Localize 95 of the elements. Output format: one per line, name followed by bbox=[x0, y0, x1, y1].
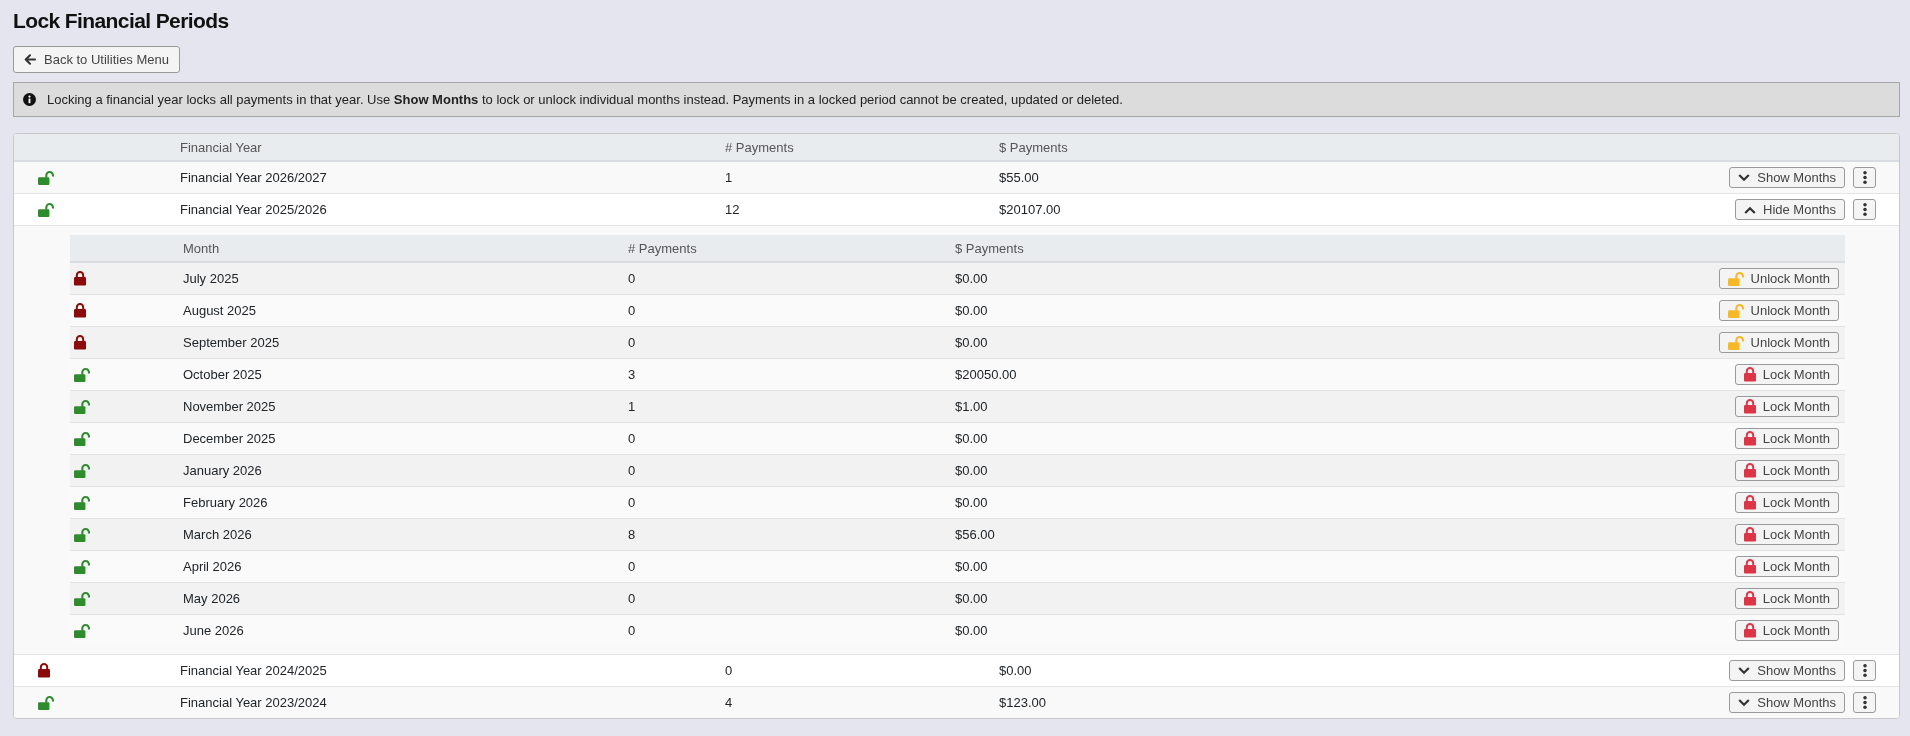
locked-padlock-icon bbox=[1743, 463, 1756, 478]
column-header: # Payments bbox=[628, 240, 697, 256]
payment-total: $0.00 bbox=[955, 271, 988, 286]
unlocked-padlock-icon bbox=[1727, 335, 1744, 350]
page-title: Lock Financial Periods bbox=[13, 8, 229, 34]
lock-month-button[interactable]: Lock Month bbox=[1734, 428, 1839, 449]
lock-month-button[interactable]: Lock Month bbox=[1734, 620, 1839, 641]
lock-month-button[interactable]: Lock Month bbox=[1734, 460, 1839, 481]
payment-count: 3 bbox=[628, 367, 636, 382]
info-text: Locking a financial year locks all payments in that year. Use Show Months to lock or unlock individual months instead. Payments in a locked period cannot be created, updated or deleted. bbox=[47, 92, 1123, 107]
month-name: September 2025 bbox=[183, 335, 280, 350]
more-vertical-icon bbox=[1862, 696, 1867, 709]
lock-month-button[interactable]: Lock Month bbox=[1734, 556, 1839, 577]
month-name: February 2026 bbox=[183, 495, 268, 510]
toggle-months-button[interactable]: Show Months bbox=[1729, 692, 1845, 713]
payment-count: 0 bbox=[628, 495, 636, 510]
payment-total: $0.00 bbox=[955, 495, 988, 510]
locked-padlock-icon bbox=[1743, 591, 1756, 606]
back-button[interactable]: Back to Utilities Menu bbox=[13, 46, 180, 73]
payment-total: $0.00 bbox=[955, 559, 988, 574]
column-header: Financial Year bbox=[180, 139, 262, 155]
month-name: December 2025 bbox=[183, 431, 276, 446]
unlock-month-button[interactable]: Unlock Month bbox=[1718, 300, 1839, 321]
payment-total: $0.00 bbox=[955, 431, 988, 446]
lock-month-button[interactable]: Lock Month bbox=[1734, 524, 1839, 545]
payment-count: 0 bbox=[628, 463, 636, 478]
more-options-button[interactable] bbox=[1853, 167, 1876, 188]
payment-total: $1.00 bbox=[955, 399, 988, 414]
unlock-month-button[interactable]: Unlock Month bbox=[1718, 268, 1839, 289]
more-options-button[interactable] bbox=[1853, 660, 1876, 681]
month-name: October 2025 bbox=[183, 367, 262, 382]
unlocked-padlock-icon bbox=[1727, 271, 1744, 286]
payment-count: 1 bbox=[628, 399, 636, 414]
arrow-left-icon bbox=[24, 54, 36, 65]
year-name: Financial Year 2026/2027 bbox=[180, 170, 327, 185]
month-name: May 2026 bbox=[183, 591, 241, 606]
payment-total: $0.00 bbox=[955, 623, 988, 638]
payment-total: $20107.00 bbox=[999, 202, 1061, 217]
more-options-button[interactable] bbox=[1853, 199, 1876, 220]
locked-padlock-icon bbox=[1743, 495, 1756, 510]
payment-count: 0 bbox=[628, 559, 636, 574]
month-name: March 2026 bbox=[183, 527, 252, 542]
payment-count: 1 bbox=[725, 170, 733, 185]
month-name: January 2026 bbox=[183, 463, 262, 478]
payment-total: $0.00 bbox=[955, 463, 988, 478]
payment-count: 0 bbox=[628, 303, 636, 318]
lock-month-button[interactable]: Lock Month bbox=[1734, 588, 1839, 609]
payment-count: 4 bbox=[725, 695, 733, 710]
locked-padlock-icon bbox=[1743, 431, 1756, 446]
payment-count: 0 bbox=[628, 335, 636, 350]
info-icon bbox=[23, 93, 36, 106]
column-header: $ Payments bbox=[955, 240, 1024, 256]
more-vertical-icon bbox=[1862, 664, 1867, 677]
month-name: November 2025 bbox=[183, 399, 276, 414]
locked-padlock-icon bbox=[1743, 399, 1756, 414]
unlock-month-button[interactable]: Unlock Month bbox=[1718, 332, 1839, 353]
column-header: Month bbox=[183, 240, 220, 256]
toggle-months-button[interactable]: Show Months bbox=[1729, 167, 1845, 188]
year-name: Financial Year 2024/2025 bbox=[180, 663, 327, 678]
toggle-months-button[interactable]: Hide Months bbox=[1735, 199, 1845, 220]
more-vertical-icon bbox=[1862, 203, 1867, 216]
payment-total: $20050.00 bbox=[955, 367, 1017, 382]
payment-total: $56.00 bbox=[955, 527, 995, 542]
payment-total: $0.00 bbox=[955, 303, 988, 318]
unlocked-padlock-icon bbox=[1727, 303, 1744, 318]
lock-month-button[interactable]: Lock Month bbox=[1734, 492, 1839, 513]
payment-count: 8 bbox=[628, 527, 636, 542]
payment-count: 0 bbox=[725, 663, 733, 678]
month-name: April 2026 bbox=[183, 559, 242, 574]
payment-count: 0 bbox=[628, 431, 636, 446]
payment-total: $55.00 bbox=[999, 170, 1039, 185]
year-name: Financial Year 2025/2026 bbox=[180, 202, 327, 217]
locked-padlock-icon bbox=[1743, 559, 1756, 574]
payment-count: 0 bbox=[628, 623, 636, 638]
more-options-button[interactable] bbox=[1853, 692, 1876, 713]
payment-count: 12 bbox=[725, 202, 740, 217]
more-vertical-icon bbox=[1862, 171, 1867, 184]
payment-count: 0 bbox=[628, 591, 636, 606]
lock-month-button[interactable]: Lock Month bbox=[1734, 364, 1839, 385]
column-header: $ Payments bbox=[999, 139, 1068, 155]
month-name: July 2025 bbox=[183, 271, 239, 286]
payment-total: $0.00 bbox=[955, 591, 988, 606]
payment-total: $0.00 bbox=[999, 663, 1032, 678]
toggle-months-button[interactable]: Show Months bbox=[1729, 660, 1845, 681]
locked-padlock-icon bbox=[1743, 623, 1756, 638]
locked-padlock-icon bbox=[1743, 527, 1756, 542]
year-name: Financial Year 2023/2024 bbox=[180, 695, 327, 710]
payment-total: $123.00 bbox=[999, 695, 1046, 710]
month-name: August 2025 bbox=[183, 303, 256, 318]
payment-total: $0.00 bbox=[955, 335, 988, 350]
locked-padlock-icon bbox=[1743, 367, 1756, 382]
month-name: June 2026 bbox=[183, 623, 244, 638]
lock-month-button[interactable]: Lock Month bbox=[1734, 396, 1839, 417]
payment-count: 0 bbox=[628, 271, 636, 286]
column-header: # Payments bbox=[725, 139, 794, 155]
